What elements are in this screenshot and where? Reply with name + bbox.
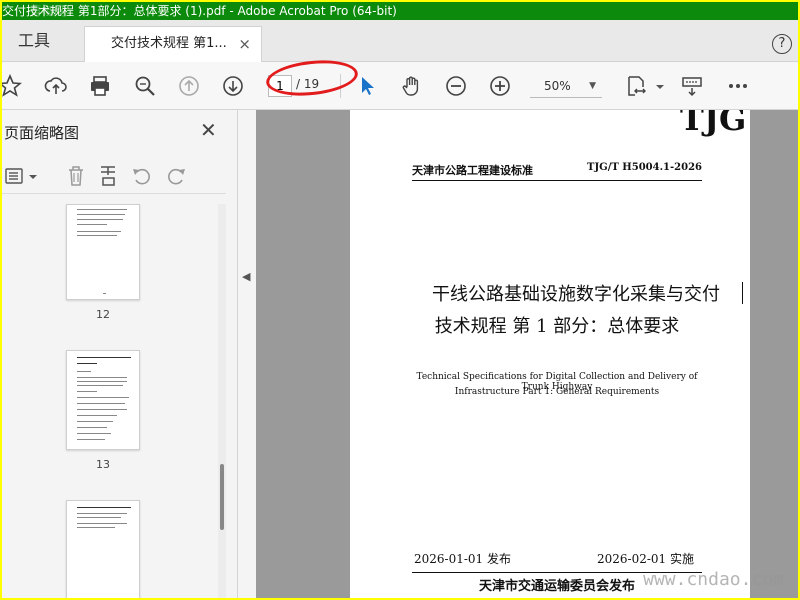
page-down-icon[interactable]	[221, 74, 245, 98]
app-window: 交付技术规程 第1部分：总体要求 (1).pdf - Adobe Acrobat…	[2, 2, 798, 598]
panel-toolbar	[2, 160, 226, 194]
document-title-line2: 技术规程 第 1 部分：总体要求	[434, 316, 680, 337]
zoom-out-icon[interactable]	[444, 74, 468, 98]
delete-icon[interactable]	[64, 164, 88, 188]
text-cursor	[742, 282, 743, 304]
page-thumbnail[interactable]	[66, 350, 140, 450]
more-icon[interactable]	[726, 74, 750, 98]
chevron-down-icon[interactable]	[648, 74, 664, 98]
rotate-left-icon[interactable]	[130, 164, 154, 188]
document-view[interactable]: TJG 天津市公路工程建设标准 TJG/T H5004.1-2026 干线公路基…	[256, 110, 798, 598]
document-page: TJG 天津市公路工程建设标准 TJG/T H5004.1-2026 干线公路基…	[350, 110, 750, 598]
header-rule	[412, 180, 702, 181]
standard-category: 天津市公路工程建设标准	[412, 164, 533, 177]
fit-page-icon[interactable]	[624, 74, 648, 98]
scrollbar-thumb[interactable]	[220, 464, 224, 530]
title-watermark: 青椒网	[30, 4, 67, 18]
star-icon[interactable]	[2, 73, 23, 98]
publish-date: 2026-01-01 发布	[414, 552, 512, 566]
page-thumbnail[interactable]	[66, 204, 140, 300]
tab-document[interactable]: 交付技术规程 第1... ×	[84, 26, 262, 62]
panel-collapse-strip[interactable]	[238, 110, 256, 598]
upload-icon[interactable]	[44, 74, 68, 98]
tab-tools[interactable]: 工具	[2, 20, 72, 62]
page-thumbnail[interactable]	[66, 500, 140, 598]
thumbnail-label: 13	[96, 458, 110, 471]
scroll-mode-icon[interactable]	[680, 74, 704, 98]
tab-bar: 工具 交付技术规程 第1... × ?	[2, 20, 798, 62]
effective-date: 2026-02-01 实施	[596, 552, 694, 566]
options-menu-icon[interactable]	[4, 164, 28, 188]
zoom-search-icon[interactable]	[133, 74, 157, 98]
site-watermark: www.cndao.com	[643, 569, 784, 590]
close-icon[interactable]: ×	[238, 27, 251, 61]
print-icon[interactable]	[88, 74, 112, 98]
extract-page-icon[interactable]	[97, 164, 121, 188]
window-title-bar: 交付技术规程 第1部分：总体要求 (1).pdf - Adobe Acrobat…	[2, 2, 798, 20]
panel-title: 页面缩略图	[4, 124, 80, 142]
document-title-line1: 干线公路基础设施数字化采集与交付	[432, 284, 720, 305]
select-arrow-icon[interactable]	[356, 74, 380, 98]
standard-number: TJG/T H5004.1-2026	[587, 162, 702, 173]
main-toolbar: 1 / 19 50% ▼	[2, 62, 798, 110]
thumbnail-list: 12 13	[2, 200, 224, 598]
tab-document-label: 交付技术规程 第1...	[111, 36, 227, 51]
close-icon[interactable]: ✕	[200, 118, 217, 142]
collapse-arrow-icon[interactable]: ◀	[242, 270, 250, 283]
zoom-in-icon[interactable]	[488, 74, 512, 98]
chevron-down-icon[interactable]	[28, 164, 38, 188]
page-thumbnails-panel: 页面缩略图 ✕ 12 13	[2, 110, 238, 598]
help-icon[interactable]: ?	[772, 34, 792, 54]
standard-code: TJG	[680, 110, 747, 138]
rotate-right-icon[interactable]	[164, 164, 188, 188]
chevron-down-icon: ▼	[589, 81, 596, 91]
english-title-line2: Infrastructure Part 1: General Requireme…	[454, 387, 660, 397]
thumbnail-label: 12	[96, 308, 110, 321]
page-up-icon[interactable]	[177, 74, 201, 98]
hand-icon[interactable]	[400, 74, 424, 98]
thumbnail-scrollbar[interactable]	[218, 204, 226, 598]
zoom-level-value: 50%	[544, 79, 571, 93]
zoom-level-select[interactable]: 50% ▼	[530, 74, 602, 98]
